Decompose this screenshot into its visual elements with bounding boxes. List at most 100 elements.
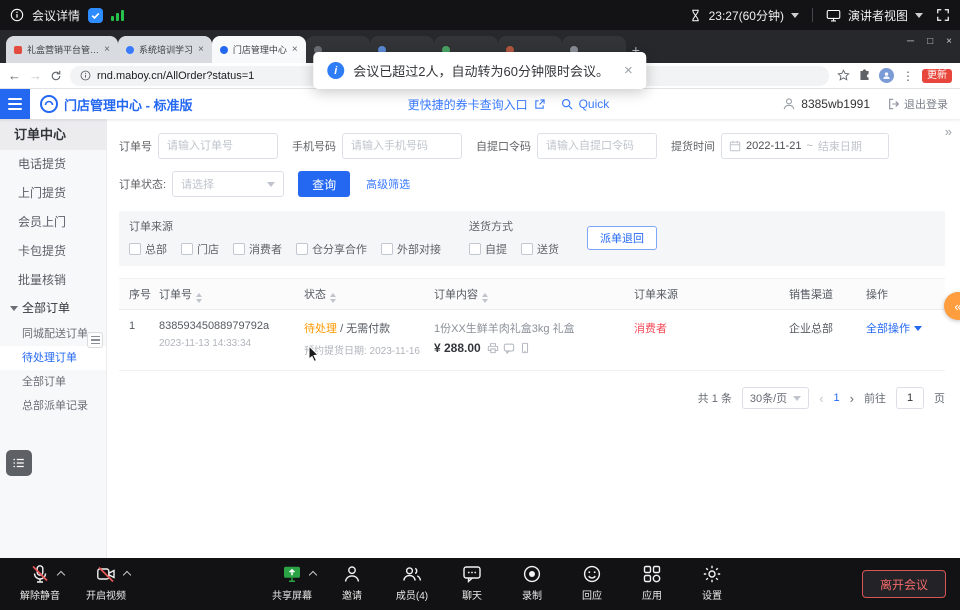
browser-tab-active[interactable]: 门店管理中心 × <box>212 36 306 63</box>
order-no-input[interactable] <box>158 133 278 159</box>
network-signal-icon[interactable] <box>111 9 124 21</box>
sidebar-item-pending-orders[interactable]: 待处理订单 <box>0 346 106 370</box>
table-row[interactable]: 1 83859345088979792a 2023-11-13 14:33:34… <box>119 310 945 371</box>
info-circle-icon[interactable] <box>10 8 24 22</box>
checkbox-option-store[interactable]: 门店 <box>181 241 219 257</box>
members-button[interactable]: 成员(4) <box>386 564 438 602</box>
sidebar-item-all-orders[interactable]: 全部订单 <box>0 370 106 394</box>
site-info-icon[interactable] <box>80 70 91 81</box>
checkbox[interactable] <box>521 243 533 255</box>
security-shield-icon[interactable] <box>88 8 103 23</box>
phone-input[interactable] <box>342 133 462 159</box>
order-id[interactable]: 83859345088979792a <box>159 320 304 332</box>
fullscreen-icon[interactable] <box>936 8 950 22</box>
checkbox-option-warehouse[interactable]: 仓分享合作 <box>296 241 367 257</box>
sort-icon[interactable] <box>330 293 336 303</box>
sidebar-item-member-visit[interactable]: 会员上门 <box>0 208 106 237</box>
start-video-button[interactable]: 开启视频 <box>80 564 132 602</box>
mic-options-chevron-icon[interactable] <box>57 571 65 579</box>
floating-list-button[interactable] <box>6 450 32 476</box>
chat-button[interactable]: 聊天 <box>446 564 498 602</box>
browser-tab[interactable]: 礼盒营销平台管理中心 × <box>6 36 118 63</box>
settings-button[interactable]: 设置 <box>686 564 738 602</box>
sidebar-item-hq-dispatch-log[interactable]: 总部派单记录 <box>0 394 106 418</box>
browser-menu-icon[interactable]: ⋮ <box>902 69 914 83</box>
browser-tab[interactable]: 系统培训学习 × <box>118 36 212 63</box>
browser-profile-avatar[interactable] <box>879 68 894 83</box>
back-icon[interactable]: ← <box>8 69 21 82</box>
user-account[interactable]: 8385wb1991 <box>782 97 870 111</box>
maximize-icon[interactable]: □ <box>927 36 933 47</box>
quick-link[interactable]: Quick <box>579 97 610 111</box>
video-options-chevron-icon[interactable] <box>123 571 131 579</box>
advanced-filter-link[interactable]: 高级筛选 <box>366 176 410 192</box>
checkbox[interactable] <box>233 243 245 255</box>
status-pending: 待处理 <box>304 323 337 335</box>
timer-dropdown-caret-icon[interactable] <box>791 13 799 18</box>
sidebar-item-phone-pickup[interactable]: 电话提货 <box>0 150 106 179</box>
checkbox[interactable] <box>129 243 141 255</box>
header-quick-links: 更快捷的券卡查询入口 Quick <box>408 96 610 113</box>
current-page[interactable]: 1 <box>834 392 840 404</box>
collapse-panel-icon[interactable]: » <box>945 125 952 138</box>
menu-hamburger-button[interactable] <box>0 89 30 119</box>
bookmark-star-icon[interactable] <box>837 69 850 82</box>
checkbox[interactable] <box>469 243 481 255</box>
toast-close-icon[interactable]: × <box>624 62 633 79</box>
share-screen-button[interactable]: 共享屏幕 <box>266 564 318 602</box>
record-button[interactable]: 录制 <box>506 564 558 602</box>
leave-meeting-button[interactable]: 离开会议 <box>862 570 946 598</box>
checkbox-option-external[interactable]: 外部对接 <box>381 241 441 257</box>
update-badge[interactable]: 更新 <box>922 69 952 83</box>
minimize-icon[interactable]: ─ <box>907 36 914 47</box>
search-button[interactable]: 查询 <box>298 171 350 197</box>
sidebar-item-card-pickup[interactable]: 卡包提货 <box>0 237 106 266</box>
view-dropdown-caret-icon[interactable] <box>915 13 923 18</box>
all-actions-dropdown[interactable]: 全部操作 <box>866 320 941 336</box>
apps-button[interactable]: 应用 <box>626 564 678 602</box>
invite-button[interactable]: 邀请 <box>326 564 378 602</box>
checkbox[interactable] <box>181 243 193 255</box>
goto-page-input[interactable] <box>896 387 924 409</box>
tab-close-icon[interactable]: × <box>292 44 298 55</box>
sort-icon[interactable] <box>196 293 202 303</box>
meeting-detail-label[interactable]: 会议详情 <box>32 7 80 24</box>
unmute-button[interactable]: 解除静音 <box>14 564 66 602</box>
sidebar-item-batch-verify[interactable]: 批量核销 <box>0 266 106 295</box>
checkbox[interactable] <box>296 243 308 255</box>
prev-page-icon[interactable]: ‹ <box>819 391 823 406</box>
checkbox[interactable] <box>381 243 393 255</box>
checkbox-option-hq[interactable]: 总部 <box>129 241 167 257</box>
mobile-icon[interactable] <box>519 342 531 354</box>
search-icon[interactable] <box>561 98 573 110</box>
sidebar-item-door-pickup[interactable]: 上门提货 <box>0 179 106 208</box>
cell-status: 待处理 / 无需付款 预约提货日期: 2023-11-16 <box>304 320 434 357</box>
meeting-timer[interactable]: 23:27(60分钟) <box>709 7 784 24</box>
external-link-icon[interactable] <box>534 99 545 110</box>
coupon-entry-link[interactable]: 更快捷的券卡查询入口 <box>408 96 528 113</box>
next-page-icon[interactable]: › <box>850 391 854 406</box>
sidebar-group-all-orders[interactable]: 全部订单 <box>0 295 106 322</box>
extensions-puzzle-icon[interactable] <box>858 69 871 82</box>
sort-icon[interactable] <box>482 293 488 303</box>
checkbox-option-selfpickup[interactable]: 自提 <box>469 241 507 257</box>
sidebar-drag-handle-icon[interactable] <box>87 332 103 348</box>
page-size-select[interactable]: 30条/页 <box>742 387 809 409</box>
share-options-chevron-icon[interactable] <box>309 571 317 579</box>
tab-close-icon[interactable]: × <box>104 44 110 55</box>
checkbox-option-consumer[interactable]: 消费者 <box>233 241 282 257</box>
dispatch-return-button[interactable]: 派单退回 <box>587 226 657 250</box>
print-icon[interactable] <box>487 342 499 354</box>
status-select[interactable]: 请选择 <box>172 171 284 197</box>
view-mode-label[interactable]: 演讲者视图 <box>848 7 908 24</box>
forward-icon[interactable]: → <box>29 69 42 82</box>
logout-button[interactable]: 退出登录 <box>888 96 948 112</box>
message-icon[interactable] <box>503 342 515 354</box>
close-window-icon[interactable]: × <box>946 36 952 47</box>
date-range-picker[interactable]: 2022-11-21 ~ 结束日期 <box>721 133 889 159</box>
reactions-button[interactable]: 回应 <box>566 564 618 602</box>
refresh-icon[interactable] <box>50 70 62 82</box>
checkbox-option-delivery[interactable]: 送货 <box>521 241 559 257</box>
tab-close-icon[interactable]: × <box>198 44 204 55</box>
code-input[interactable] <box>537 133 657 159</box>
